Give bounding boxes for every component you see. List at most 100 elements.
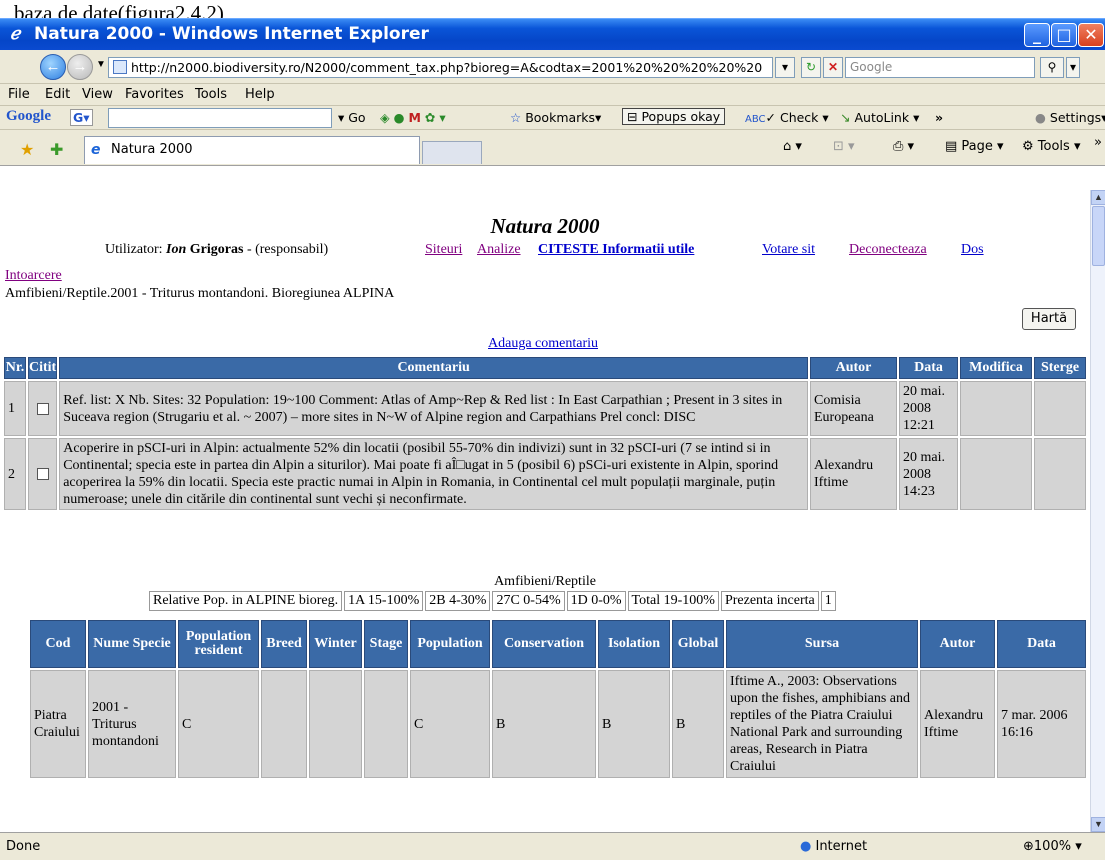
page-icon [113,60,127,74]
add-comment-link[interactable]: Adauga comentariu [488,336,598,352]
ie-logo-icon: ℯ [10,24,21,44]
table-row: 2 Acoperire in pSCI-uri in Alpin: actual… [4,438,1086,510]
summary-cell: Total 19-100% [627,591,719,611]
col-data: Data [899,357,958,379]
summary-cell: 1D 0-0% [566,591,626,611]
search-icon[interactable]: ⚲ [1040,57,1064,78]
col-isolation: Isolation [598,620,670,668]
citit-checkbox[interactable] [36,402,49,415]
table-row: Piatra Craiului 2001 - Triturus montando… [30,670,1086,778]
user-info: Utilizator: Ion Grigoras - (responsabil) [105,242,329,257]
popups-button[interactable]: ⊟ Popups okay [622,108,726,125]
group-label: Amfibieni/Reptile [494,574,596,589]
history-dropdown-icon[interactable]: ▼ [96,59,106,70]
search-input[interactable]: Google [845,57,1035,78]
menu-view[interactable]: View [82,87,113,102]
vertical-scrollbar[interactable]: ▲ ▼ [1090,190,1105,832]
col-global: Global [672,620,724,668]
scroll-thumb[interactable] [1092,206,1105,266]
maximize-button[interactable]: □ [1051,23,1077,47]
menu-edit[interactable]: Edit [45,87,70,102]
favorites-star-icon[interactable]: ★ [20,140,34,160]
tab-bar: ★ ✚ e Natura 2000 ⌂ ▾ ⊡ ▾ ⎙ ▾ ▤ Page ▾ ⚙… [0,130,1105,166]
link-deconecteaza[interactable]: Deconecteaza [849,242,927,258]
google-toolbar: Google G▾ ▾ Go ◈ ● M ✿ ▾ ☆ Bookmarks▾ ⊟ … [0,106,1105,130]
cell-cod: Piatra Craiului [30,670,86,778]
summary-cell: Prezenta incerta [720,591,819,611]
cell-modifica [960,381,1032,436]
google-g-icon[interactable]: G▾ [70,109,93,126]
col-comentariu: Comentariu [59,357,808,379]
tools-menu[interactable]: ⚙ Tools ▾ [1022,139,1080,154]
link-dos[interactable]: Dos [961,242,984,258]
star-icon: ☆ [510,110,522,125]
col-stage: Stage [364,620,408,668]
menu-tools[interactable]: Tools [195,87,227,102]
col-autor: Autor [810,357,897,379]
google-icons[interactable]: ◈ ● M ✿ ▾ [380,110,446,125]
menu-bar: File Edit View Favorites Tools Help [0,84,1105,106]
forward-button[interactable]: → [67,54,93,80]
cell-stage [364,670,408,778]
cell-sterge [1034,381,1086,436]
cell-global: B [672,670,724,778]
summary-cell: 2B 4-30% [425,591,491,611]
cell-population: C [410,670,490,778]
ie-page-icon: e [91,142,101,158]
menu-help[interactable]: Help [245,87,275,102]
refresh-icon[interactable]: ↻ [801,57,821,78]
print-icon[interactable]: ⎙ ▾ [893,139,914,154]
google-logo: Google [6,108,51,124]
menu-favorites[interactable]: Favorites [125,87,184,102]
cell-conservation: B [492,670,596,778]
google-search-input[interactable] [108,108,332,128]
minimize-button[interactable]: _ [1024,23,1050,47]
status-bar: Done ● Internet ⊕100% ▾ [0,832,1105,860]
summary-cell: 27C 0-54% [492,591,565,611]
zoom-level[interactable]: ⊕100% ▾ [1023,839,1082,854]
page-menu[interactable]: ▤ Page ▾ [945,139,1004,154]
check-button[interactable]: ABC✓ Check ▾ [745,110,829,125]
col-autor: Autor [920,620,995,668]
url-dropdown-button[interactable]: ▾ [775,57,795,78]
col-citit: Citit [28,357,58,379]
link-analize[interactable]: Analize [477,242,521,258]
cell-comment: Ref. list: X Nb. Sites: 32 Population: 1… [59,381,808,436]
stop-icon[interactable]: ✕ [823,57,843,78]
autolink-button[interactable]: ↘ AutoLink ▾ [840,110,919,125]
link-citeste[interactable]: CITESTE Informatii utile [538,242,694,258]
settings-button[interactable]: ● Settings▾ [1035,110,1105,125]
window-titlebar: ℯ Natura 2000 - Windows Internet Explore… [0,18,1105,50]
chevron-icon[interactable]: » [1094,135,1102,150]
scroll-up-icon[interactable]: ▲ [1091,190,1105,205]
url-input[interactable]: http://n2000.biodiversity.ro/N2000/comme… [108,57,773,78]
back-button[interactable]: ← [40,54,66,80]
col-breed: Breed [261,620,307,668]
link-siteuri[interactable]: Siteuri [425,242,462,258]
cell-sterge [1034,438,1086,510]
zoom-icon: ⊕ [1023,839,1034,854]
new-tab-button[interactable] [422,141,482,164]
summary-cell: 1 [820,591,836,611]
citit-checkbox[interactable] [36,468,49,481]
more-button[interactable]: » [935,110,943,125]
cell-modifica [960,438,1032,510]
close-button[interactable]: ✕ [1078,23,1104,47]
col-winter: Winter [309,620,362,668]
tab-natura-2000[interactable]: e Natura 2000 [84,136,420,164]
bookmarks-button[interactable]: ☆ Bookmarks▾ [510,110,601,125]
scroll-down-icon[interactable]: ▼ [1091,817,1105,832]
link-votare-sit[interactable]: Votare sit [762,242,815,258]
harta-button[interactable]: Hartă [1022,308,1076,330]
col-data: Data [997,620,1086,668]
link-intoarcere[interactable]: Intoarcere [5,268,62,284]
summary-cell: 1A 15-100% [344,591,424,611]
menu-file[interactable]: File [8,87,30,102]
cell-nr: 1 [4,381,26,436]
add-favorites-icon[interactable]: ✚ [50,140,63,160]
feeds-icon[interactable]: ⊡ ▾ [833,139,855,154]
go-button[interactable]: ▾ Go [338,110,366,125]
search-options-icon[interactable]: ▾ [1066,57,1080,78]
home-icon[interactable]: ⌂ ▾ [783,139,802,154]
cell-date: 20 mai. 2008 12:21 [899,381,958,436]
